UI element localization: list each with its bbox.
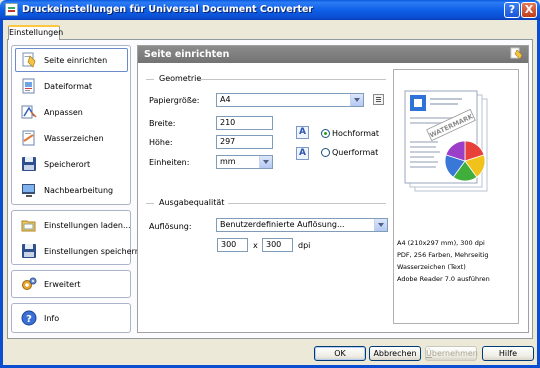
sidebar-item-label: Anpassen bbox=[44, 107, 83, 117]
question-icon: ? bbox=[21, 310, 37, 326]
dpi-unit-label: dpi bbox=[298, 241, 311, 250]
sidebar-item-post-processing[interactable]: Nachbearbeitung bbox=[15, 178, 128, 202]
close-button[interactable]: X bbox=[521, 2, 537, 18]
sidebar-item-label: Speicherort bbox=[44, 159, 91, 169]
advanced-icon bbox=[21, 276, 37, 292]
preview-info-4: Adobe Reader 7.0 ausführen bbox=[397, 275, 490, 283]
document-preview-illustration: WATERMARK bbox=[404, 90, 488, 192]
landscape-icon: A bbox=[296, 147, 309, 160]
file-format-icon bbox=[21, 78, 37, 94]
width-field[interactable]: 210 bbox=[216, 116, 273, 130]
post-processing-icon bbox=[21, 182, 37, 198]
preview-info-3: Wasserzeichen (Text) bbox=[397, 263, 466, 271]
dpi-y-field[interactable]: 300 bbox=[262, 238, 293, 252]
chevron-down-icon[interactable] bbox=[259, 156, 272, 168]
portrait-label: Hochformat bbox=[332, 129, 380, 138]
dpi-x-field[interactable]: 300 bbox=[217, 238, 248, 252]
sidebar-item-file-format[interactable]: Dateiformat bbox=[15, 74, 128, 98]
sidebar-group-profiles: Einstellungen laden... Einstellungen spe… bbox=[11, 210, 147, 265]
sidebar-item-label: Erweitert bbox=[44, 279, 81, 289]
sidebar-item-advanced[interactable]: Erweitert bbox=[15, 272, 128, 296]
portrait-icon: A bbox=[296, 126, 309, 139]
help-title-button[interactable]: ? bbox=[504, 2, 520, 18]
sidebar-item-info[interactable]: ? Info bbox=[15, 306, 128, 330]
chevron-down-icon[interactable] bbox=[374, 219, 387, 231]
apply-label: bernehmen bbox=[431, 349, 478, 358]
geometry-divider bbox=[198, 79, 386, 80]
resolution-select[interactable]: Benutzerdefinierte Auflösung... bbox=[216, 218, 388, 232]
save-settings-icon bbox=[21, 243, 37, 259]
pie-illustration bbox=[444, 140, 486, 182]
sidebar-item-label: Info bbox=[44, 313, 60, 323]
svg-text:?: ? bbox=[26, 314, 32, 325]
preview-info-2: PDF, 256 Farben, Mehrseitig bbox=[397, 251, 489, 259]
app-icon bbox=[5, 3, 18, 16]
help-button[interactable]: Hilfe bbox=[482, 346, 534, 361]
height-label: Höhe: bbox=[149, 138, 173, 147]
landscape-radio[interactable] bbox=[321, 148, 330, 157]
units-label: Einheiten: bbox=[149, 158, 190, 167]
units-select[interactable]: mm bbox=[216, 155, 273, 169]
save-settings-button[interactable]: Einstellungen speichern... bbox=[15, 239, 147, 263]
sidebar-item-watermark[interactable]: Wasserzeichen bbox=[15, 126, 128, 150]
sidebar-item-adjust[interactable]: Anpassen bbox=[15, 100, 128, 124]
resolution-value: Benutzerdefinierte Auflösung... bbox=[220, 220, 345, 229]
window-title: Druckeinstellungen für Universal Documen… bbox=[22, 4, 314, 15]
save-location-icon bbox=[21, 156, 37, 172]
portrait-radio[interactable] bbox=[321, 129, 330, 138]
width-label: Breite: bbox=[149, 119, 176, 128]
page-setup-header-icon bbox=[510, 47, 523, 60]
watermark-icon bbox=[21, 130, 37, 146]
dpi-separator: x bbox=[253, 241, 258, 250]
landscape-label: Querformat bbox=[332, 148, 379, 157]
preview-info-1: A4 (210x297 mm), 300 dpi bbox=[397, 239, 485, 247]
ok-button[interactable]: OK bbox=[314, 346, 366, 361]
panel-header: Seite einrichten bbox=[138, 46, 528, 63]
sidebar-item-label: Wasserzeichen bbox=[44, 133, 104, 143]
title-bar: Druckeinstellungen für Universal Documen… bbox=[0, 0, 540, 20]
sidebar-item-label: Seite einrichten bbox=[44, 55, 108, 65]
resolution-label: Auflösung: bbox=[149, 222, 192, 231]
sidebar-item-save-location[interactable]: Speicherort bbox=[15, 152, 128, 176]
page-setup-icon bbox=[21, 52, 37, 68]
load-settings-icon bbox=[21, 217, 37, 233]
quality-divider bbox=[228, 203, 386, 204]
sidebar-item-label: Dateiformat bbox=[44, 81, 93, 91]
geometry-divider-left bbox=[146, 79, 154, 80]
tab-einstellungen[interactable]: Einstellungen bbox=[8, 25, 63, 40]
sidebar-group-advanced: Erweitert bbox=[11, 270, 131, 298]
paper-size-select[interactable]: A4 bbox=[216, 93, 364, 107]
adjust-icon bbox=[21, 104, 37, 120]
load-settings-button[interactable]: Einstellungen laden... bbox=[15, 213, 131, 237]
height-field[interactable]: 297 bbox=[216, 135, 273, 149]
chevron-down-icon[interactable] bbox=[350, 94, 363, 106]
sidebar-group-info: ? Info bbox=[11, 303, 131, 333]
geometry-section-title: Geometrie bbox=[159, 74, 202, 83]
sidebar-group-main: Seite einrichten Dateiformat Anpassen Wa… bbox=[11, 45, 131, 205]
paper-size-value: A4 bbox=[220, 95, 231, 104]
quality-section-title: Ausgabequalität bbox=[159, 198, 225, 207]
load-settings-label: Einstellungen laden... bbox=[44, 220, 131, 230]
quality-divider-left bbox=[146, 203, 154, 204]
units-value: mm bbox=[220, 157, 236, 166]
paper-size-label: Papiergröße: bbox=[149, 96, 200, 105]
paper-list-icon[interactable] bbox=[373, 94, 384, 105]
sidebar-item-page-setup[interactable]: Seite einrichten bbox=[15, 48, 128, 72]
save-settings-label: Einstellungen speichern... bbox=[44, 246, 148, 256]
sidebar-item-label: Nachbearbeitung bbox=[44, 185, 114, 195]
apply-button[interactable]: Übernehmen bbox=[425, 346, 478, 361]
cancel-button[interactable]: Abbrechen bbox=[369, 346, 421, 361]
